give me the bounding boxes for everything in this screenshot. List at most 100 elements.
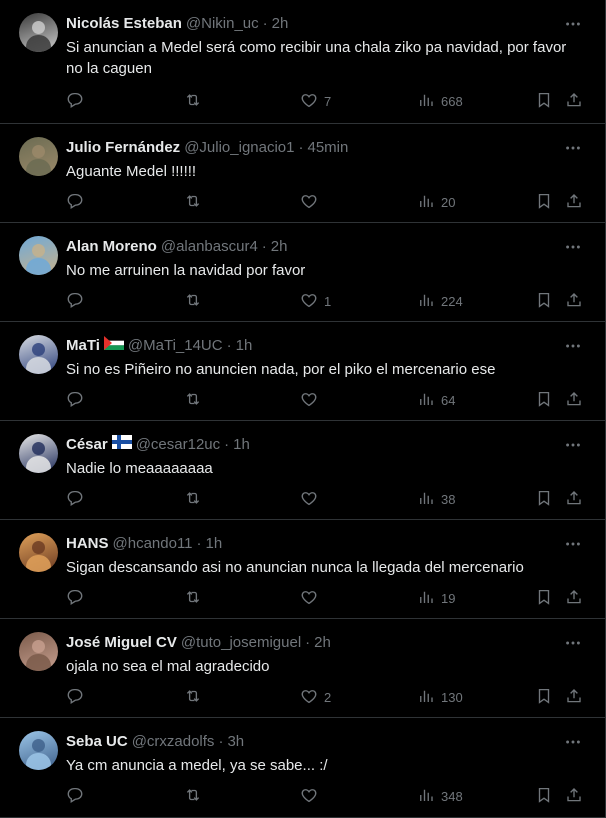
- retweet-icon: [184, 687, 202, 708]
- tweet[interactable]: Nicolás Esteban @Nikin_uc · 2h Si anuncian a…: [0, 0, 606, 124]
- share-button[interactable]: [565, 588, 583, 609]
- reply-button[interactable]: [66, 786, 90, 807]
- share-button[interactable]: [565, 91, 583, 112]
- retweet-button[interactable]: [184, 91, 208, 112]
- reply-button[interactable]: [66, 91, 90, 112]
- reply-button[interactable]: [66, 390, 90, 411]
- reply-button[interactable]: [66, 687, 90, 708]
- more-dots-icon[interactable]: [563, 534, 583, 554]
- more-dots-icon[interactable]: [563, 336, 583, 356]
- display-name[interactable]: Seba UC: [66, 732, 128, 752]
- timestamp[interactable]: 45min: [307, 138, 348, 158]
- timestamp[interactable]: 1h: [233, 435, 250, 455]
- display-name[interactable]: César: [66, 435, 108, 455]
- user-handle[interactable]: @cesar12uc: [136, 435, 220, 455]
- like-button[interactable]: 2: [300, 687, 331, 708]
- views-button[interactable]: 224: [417, 291, 463, 312]
- tweet[interactable]: César @cesar12uc · 1h Nadie lo meaaaaaaaa 38: [0, 421, 606, 520]
- views-button[interactable]: 348: [417, 786, 463, 807]
- share-button[interactable]: [565, 489, 583, 510]
- avatar[interactable]: [19, 13, 58, 52]
- timestamp[interactable]: 2h: [314, 633, 331, 653]
- bookmark-button[interactable]: [535, 192, 553, 213]
- like-button[interactable]: 7: [300, 91, 331, 112]
- bookmark-button[interactable]: [535, 786, 553, 807]
- retweet-button[interactable]: [184, 489, 208, 510]
- tweet[interactable]: MaTi @MaTi_14UC · 1h Si no es Piñeiro no anu…: [0, 322, 606, 421]
- tweet[interactable]: José Miguel CV @tuto_josemiguel · 2h ojala n…: [0, 619, 606, 718]
- display-name[interactable]: Alan Moreno: [66, 237, 157, 257]
- user-handle[interactable]: @Nikin_uc: [186, 14, 259, 34]
- retweet-button[interactable]: [184, 786, 208, 807]
- timestamp[interactable]: 1h: [206, 534, 223, 554]
- views-button[interactable]: 38: [417, 489, 455, 510]
- share-button[interactable]: [565, 192, 583, 213]
- retweet-button[interactable]: [184, 588, 208, 609]
- like-button[interactable]: [300, 192, 324, 213]
- share-button[interactable]: [565, 687, 583, 708]
- views-button[interactable]: 19: [417, 588, 455, 609]
- avatar[interactable]: [19, 236, 58, 275]
- views-button[interactable]: 20: [417, 192, 455, 213]
- more-dots-icon[interactable]: [563, 435, 583, 455]
- share-button[interactable]: [565, 786, 583, 807]
- display-name[interactable]: HANS: [66, 534, 109, 554]
- more-dots-icon[interactable]: [563, 14, 583, 34]
- share-button[interactable]: [565, 390, 583, 411]
- like-button[interactable]: [300, 588, 324, 609]
- retweet-button[interactable]: [184, 687, 208, 708]
- reply-button[interactable]: [66, 489, 90, 510]
- display-name[interactable]: MaTi: [66, 336, 100, 356]
- avatar[interactable]: [19, 632, 58, 671]
- tweet[interactable]: Seba UC @crxzadolfs · 3h Ya cm anuncia a med…: [0, 718, 606, 818]
- timestamp[interactable]: 3h: [227, 732, 244, 752]
- retweet-button[interactable]: [184, 192, 208, 213]
- bookmark-button[interactable]: [535, 91, 553, 112]
- tweet-actions: 7 668: [0, 91, 606, 111]
- like-button[interactable]: [300, 786, 324, 807]
- like-button[interactable]: 1: [300, 291, 331, 312]
- user-handle[interactable]: @tuto_josemiguel: [181, 633, 301, 653]
- tweet[interactable]: Alan Moreno @alanbascur4 · 2h No me arruinen…: [0, 223, 606, 322]
- avatar[interactable]: [19, 335, 58, 374]
- avatar-figure-body: [26, 456, 51, 473]
- display-name[interactable]: Julio Fernández: [66, 138, 180, 158]
- reply-button[interactable]: [66, 291, 90, 312]
- more-dots-icon[interactable]: [563, 237, 583, 257]
- user-handle[interactable]: @alanbascur4: [161, 237, 258, 257]
- views-button[interactable]: 668: [417, 91, 463, 112]
- bookmark-button[interactable]: [535, 390, 553, 411]
- user-handle[interactable]: @MaTi_14UC: [128, 336, 223, 356]
- avatar[interactable]: [19, 434, 58, 473]
- tweet[interactable]: Julio Fernández @Julio_ignacio1 · 45min Agua…: [0, 124, 606, 223]
- avatar[interactable]: [19, 137, 58, 176]
- user-handle[interactable]: @hcando11: [113, 534, 193, 554]
- share-button[interactable]: [565, 291, 583, 312]
- more-dots-icon[interactable]: [563, 138, 583, 158]
- avatar[interactable]: [19, 731, 58, 770]
- views-button[interactable]: 130: [417, 687, 463, 708]
- bookmark-button[interactable]: [535, 291, 553, 312]
- bookmark-button[interactable]: [535, 687, 553, 708]
- bookmark-button[interactable]: [535, 489, 553, 510]
- more-dots-icon[interactable]: [563, 732, 583, 752]
- views-button[interactable]: 64: [417, 390, 455, 411]
- avatar[interactable]: [19, 533, 58, 572]
- like-button[interactable]: [300, 390, 324, 411]
- retweet-button[interactable]: [184, 291, 208, 312]
- timestamp[interactable]: 2h: [272, 14, 289, 34]
- reply-button[interactable]: [66, 192, 90, 213]
- bookmark-button[interactable]: [535, 588, 553, 609]
- retweet-button[interactable]: [184, 390, 208, 411]
- timestamp[interactable]: 2h: [271, 237, 288, 257]
- like-button[interactable]: [300, 489, 324, 510]
- reply-button[interactable]: [66, 588, 90, 609]
- more-dots-icon[interactable]: [563, 633, 583, 653]
- display-name[interactable]: José Miguel CV: [66, 633, 177, 653]
- user-handle[interactable]: @Julio_ignacio1: [184, 138, 294, 158]
- display-name[interactable]: Nicolás Esteban: [66, 14, 182, 34]
- tweet[interactable]: HANS @hcando11 · 1h Sigan descansando asi no…: [0, 520, 606, 619]
- user-handle[interactable]: @crxzadolfs: [132, 732, 215, 752]
- tweet-text: Si anuncian a Medel será como recibir un…: [66, 39, 567, 77]
- timestamp[interactable]: 1h: [236, 336, 253, 356]
